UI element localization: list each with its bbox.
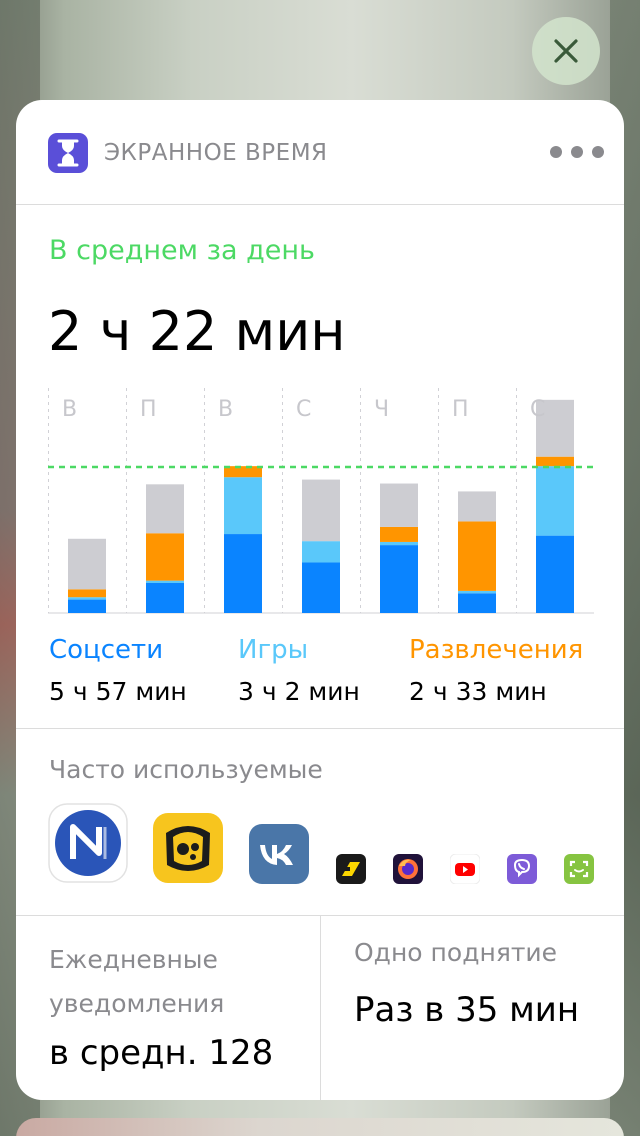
divider-vertical	[320, 915, 321, 1100]
yandex-taxi-icon[interactable]	[336, 854, 366, 884]
usage-chart-svg: ВПВСЧПС	[48, 388, 594, 614]
bar-segment	[458, 521, 496, 591]
legend-games-name: Игры	[238, 635, 309, 665]
bar-segment	[146, 580, 184, 583]
legend-games-value: 3 ч 2 мин	[238, 677, 360, 706]
more-button[interactable]	[550, 142, 604, 162]
legend-entertainment-value: 2 ч 33 мин	[409, 677, 547, 706]
day-label: П	[140, 397, 157, 422]
hourglass-icon	[48, 133, 88, 173]
day-label: П	[452, 397, 469, 422]
usage-chart[interactable]: ВПВСЧПС	[48, 388, 594, 614]
pickups-label: Одно поднятие	[354, 938, 558, 967]
notifications-label: Ежедневные уведомления	[49, 945, 225, 1018]
bar-segment	[380, 483, 418, 527]
average-value: 2 ч 22 мин	[48, 300, 346, 363]
frequent-apps-row	[16, 800, 624, 890]
legend-entertainment[interactable]: Развлечения 2 ч 33 мин	[409, 635, 583, 706]
bar-segment	[146, 484, 184, 534]
day-label: Ч	[374, 397, 389, 422]
bar-segment	[302, 562, 340, 613]
news-app-icon[interactable]	[48, 803, 128, 883]
divider	[16, 728, 624, 729]
bar-segment	[146, 583, 184, 613]
bar-segment	[68, 589, 106, 598]
bar-segment	[68, 599, 106, 613]
more-dot-icon	[592, 146, 604, 158]
day-label: В	[218, 397, 233, 422]
next-widget-peek	[16, 1118, 624, 1136]
bar-segment	[302, 479, 340, 542]
viber-icon[interactable]	[507, 854, 537, 884]
firefox-icon[interactable]	[393, 854, 423, 884]
widget-title: ЭКРАННОЕ ВРЕМЯ	[104, 140, 328, 166]
bar-segment	[68, 597, 106, 600]
bar-segment	[458, 593, 496, 613]
screen-app-icon[interactable]	[564, 854, 594, 884]
bar-segment	[224, 534, 262, 613]
more-dot-icon	[550, 146, 562, 158]
bar-segment	[536, 535, 574, 613]
bar-segment	[380, 526, 418, 542]
day-label: В	[62, 397, 77, 422]
legend-social-name: Соцсети	[49, 635, 164, 665]
bar-segment	[380, 541, 418, 546]
youtube-icon[interactable]	[450, 854, 480, 884]
bar-segment	[458, 491, 496, 522]
bar-segment	[380, 545, 418, 613]
bar-segment	[458, 590, 496, 594]
pickups-value: Раз в 35 мин	[354, 990, 580, 1030]
widget-header: ЭКРАННОЕ ВРЕМЯ	[16, 100, 624, 205]
notifications-value: в средн. 128	[49, 1033, 274, 1073]
more-dot-icon	[571, 146, 583, 158]
legend-social-value: 5 ч 57 мин	[49, 677, 187, 706]
bar-segment	[146, 533, 184, 581]
day-label: С	[296, 397, 311, 422]
vk-icon[interactable]	[249, 824, 309, 884]
bar-segment	[536, 466, 574, 536]
bar-segment	[302, 541, 340, 563]
bar-segment	[224, 477, 262, 535]
day-label: С	[530, 397, 545, 422]
close-button[interactable]	[532, 17, 600, 85]
bar-segment	[68, 538, 106, 590]
legend-games[interactable]: Игры 3 ч 2 мин	[238, 635, 360, 706]
frequent-apps-title: Часто используемые	[49, 755, 323, 784]
legend-social[interactable]: Соцсети 5 ч 57 мин	[49, 635, 187, 706]
bar-segment	[536, 456, 574, 467]
screen-time-widget[interactable]: ЭКРАННОЕ ВРЕМЯ В среднем за день 2 ч 22 …	[16, 100, 624, 1100]
close-icon	[554, 39, 578, 63]
average-label: В среднем за день	[49, 235, 315, 266]
brawl-stars-icon[interactable]	[153, 813, 223, 883]
legend-entertainment-name: Развлечения	[409, 635, 584, 665]
